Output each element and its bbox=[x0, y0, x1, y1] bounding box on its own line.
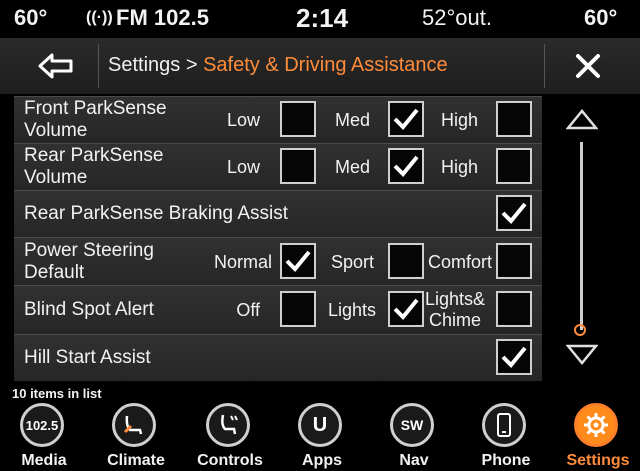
list-item-front-parksense-volume: Front ParkSense Volume Low Med High bbox=[14, 96, 542, 143]
seat-controls-icon bbox=[206, 403, 250, 447]
scrollbar-thumb[interactable] bbox=[574, 324, 586, 336]
divider bbox=[544, 44, 545, 88]
nav-settings[interactable]: Settings bbox=[558, 400, 638, 471]
list-item-power-steering-default: Power Steering Default Normal Sport Comfo… bbox=[14, 237, 542, 285]
check-icon bbox=[393, 298, 419, 320]
breadcrumb-root[interactable]: Settings > bbox=[108, 54, 198, 76]
back-button[interactable] bbox=[16, 46, 96, 86]
row-label: Rear ParkSense Volume bbox=[24, 145, 164, 188]
clock: 2:14 bbox=[296, 3, 349, 33]
checkbox-steering-normal[interactable] bbox=[280, 243, 316, 279]
option-label: High bbox=[440, 110, 478, 130]
page-title: Safety & Driving Assistance bbox=[203, 54, 448, 76]
check-icon bbox=[285, 250, 311, 272]
climate-seat-icon bbox=[112, 403, 156, 447]
check-icon bbox=[501, 346, 527, 368]
check-icon bbox=[501, 202, 527, 224]
option-label: Off bbox=[236, 300, 260, 320]
nav-label: Phone bbox=[481, 452, 531, 469]
list-item-rear-parksense-volume: Rear ParkSense Volume Low Med High bbox=[14, 143, 542, 190]
breadcrumb: Settings > Safety & Driving Assistance bbox=[108, 54, 448, 77]
apps-icon: U bbox=[298, 403, 342, 447]
status-bar: 60° ((·)) FM 102.5 2:14 52°out. 60° bbox=[0, 0, 640, 38]
checkbox-steering-comfort[interactable] bbox=[496, 243, 532, 279]
list-item-hill-start-assist: Hill Start Assist bbox=[14, 334, 542, 381]
option-label: Med bbox=[334, 110, 370, 130]
checkbox-front-med[interactable] bbox=[388, 101, 424, 137]
close-button[interactable] bbox=[556, 46, 620, 86]
divider bbox=[98, 44, 99, 88]
option-label: Lights bbox=[327, 300, 376, 320]
nav-label: Nav bbox=[399, 452, 429, 469]
option-label: Med bbox=[334, 157, 370, 177]
close-icon bbox=[576, 54, 600, 78]
checkbox-braking-assist[interactable] bbox=[496, 195, 532, 231]
checkbox-blind-spot-lights-chime[interactable] bbox=[496, 291, 532, 327]
list-item-rear-parksense-braking-assist: Rear ParkSense Braking Assist bbox=[14, 190, 542, 237]
check-icon bbox=[393, 108, 419, 130]
checkbox-front-low[interactable] bbox=[280, 101, 316, 137]
row-label: Rear ParkSense Braking Assist bbox=[24, 203, 289, 224]
nav-climate[interactable]: Climate bbox=[96, 400, 176, 471]
back-arrow-icon bbox=[38, 53, 73, 79]
scroll-up-icon[interactable] bbox=[566, 108, 598, 130]
nav-label: Settings bbox=[566, 452, 630, 469]
passenger-temp[interactable]: 60° bbox=[584, 5, 617, 31]
nav-phone[interactable]: Phone bbox=[466, 400, 546, 471]
nav-nav[interactable]: SW Nav bbox=[374, 400, 454, 471]
compass-icon: SW bbox=[390, 403, 434, 447]
radio-signal-icon: ((·)) bbox=[86, 9, 113, 26]
radio-icon: 102.5 bbox=[20, 403, 64, 447]
option-label: Low bbox=[226, 157, 260, 177]
outside-temp: 52°out. bbox=[422, 5, 492, 30]
scroll-down-icon[interactable] bbox=[566, 344, 598, 366]
checkbox-rear-high[interactable] bbox=[496, 148, 532, 184]
row-label: Hill Start Assist bbox=[24, 347, 151, 368]
list-item-blind-spot-alert: Blind Spot Alert Off Lights Lights& Chime bbox=[14, 285, 542, 334]
option-label: Normal bbox=[213, 252, 272, 272]
nav-label: Media bbox=[21, 452, 67, 469]
checkbox-hill-start-assist[interactable] bbox=[496, 339, 532, 375]
driver-temp[interactable]: 60° bbox=[14, 5, 47, 31]
gear-icon bbox=[574, 403, 618, 447]
nav-label: Controls bbox=[197, 452, 263, 469]
row-label: Front ParkSense Volume bbox=[24, 98, 167, 141]
checkbox-rear-low[interactable] bbox=[280, 148, 316, 184]
checkbox-blind-spot-off[interactable] bbox=[280, 291, 316, 327]
checkbox-front-high[interactable] bbox=[496, 101, 532, 137]
row-label: Blind Spot Alert bbox=[24, 299, 154, 320]
option-label: Sport bbox=[330, 252, 374, 272]
nav-media[interactable]: 102.5 Media bbox=[4, 400, 84, 471]
nav-label: Apps bbox=[302, 452, 342, 469]
nav-label: Climate bbox=[107, 452, 165, 469]
radio-station[interactable]: FM 102.5 bbox=[116, 5, 209, 31]
nav-controls[interactable]: Controls bbox=[190, 400, 270, 471]
row-label: Power Steering Default bbox=[24, 240, 154, 283]
list-count: 10 items in list bbox=[12, 386, 102, 401]
option-label: Lights& Chime bbox=[424, 289, 486, 330]
option-label: High bbox=[440, 157, 478, 177]
checkbox-steering-sport[interactable] bbox=[388, 243, 424, 279]
check-icon bbox=[393, 155, 419, 177]
checkbox-rear-med[interactable] bbox=[388, 148, 424, 184]
phone-icon bbox=[482, 403, 526, 447]
nav-apps[interactable]: U Apps bbox=[282, 400, 362, 471]
option-label: Comfort bbox=[427, 252, 492, 272]
scrollbar-track[interactable] bbox=[580, 142, 583, 330]
option-label: Low bbox=[226, 110, 260, 130]
